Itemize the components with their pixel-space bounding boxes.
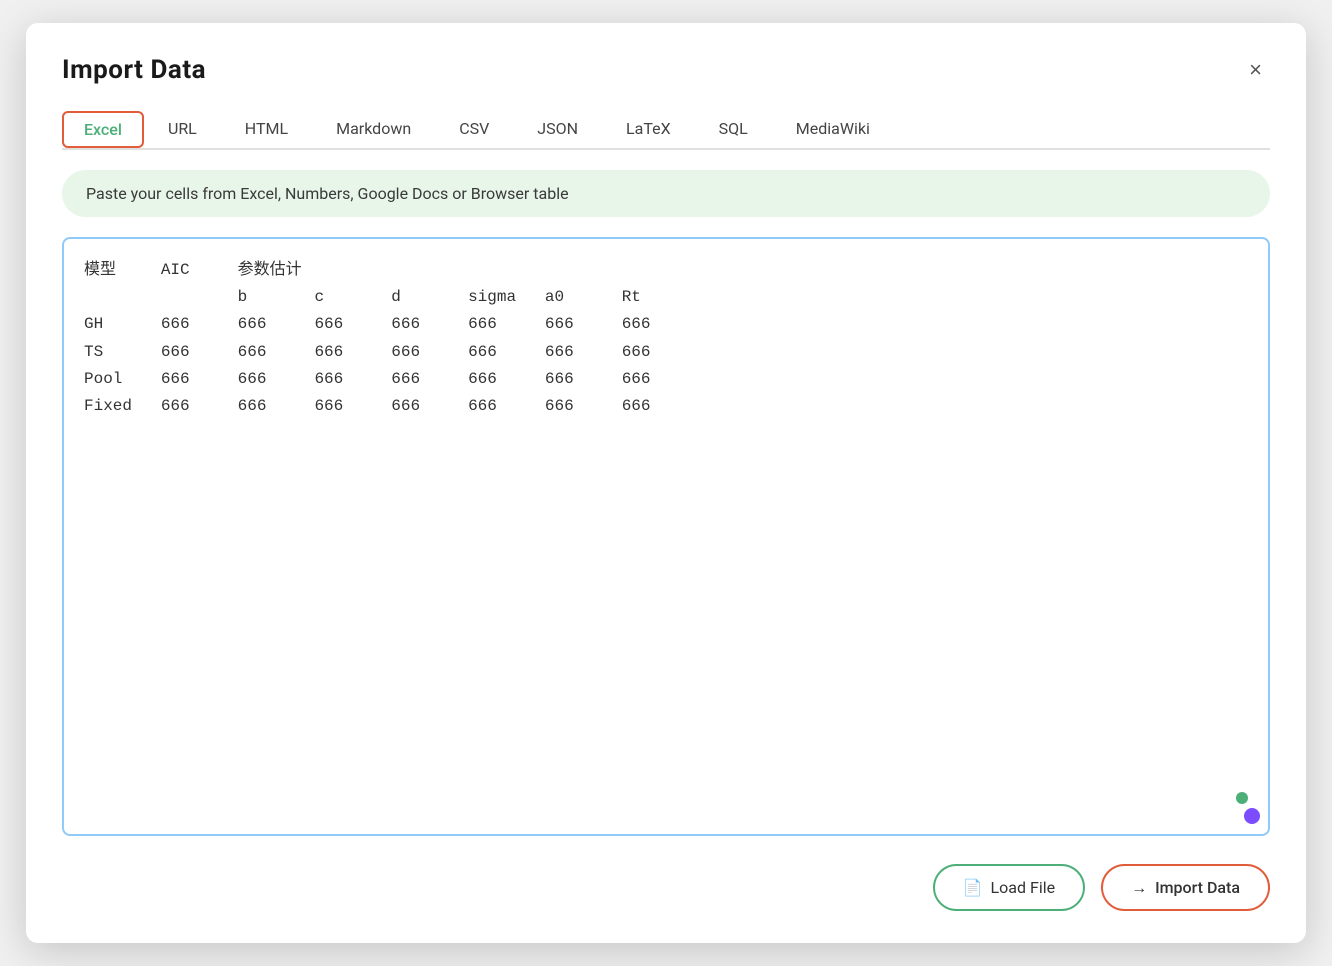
hint-text: Paste your cells from Excel, Numbers, Go… [86,184,569,203]
load-file-label: Load File [991,878,1056,897]
import-data-button[interactable]: → Import Data [1101,864,1270,911]
tab-url[interactable]: URL [144,109,221,148]
import-dialog: Import Data × Excel URL HTML Markdown CS… [26,23,1306,943]
close-button[interactable]: × [1241,55,1270,85]
textarea-wrapper: 模型 AIC 参数估计 b c d sigma a0 Rt GH 666 666… [62,237,1270,836]
dialog-footer: 📄 Load File → Import Data [62,864,1270,911]
data-input[interactable]: 模型 AIC 参数估计 b c d sigma a0 Rt GH 666 666… [64,239,1268,834]
tab-html[interactable]: HTML [221,109,312,148]
status-dot-green [1236,792,1248,804]
dialog-title: Import Data [62,55,206,85]
tab-mediawiki[interactable]: MediaWiki [772,109,894,148]
tabs-bar: Excel URL HTML Markdown CSV JSON LaTeX S… [62,109,1270,150]
load-file-icon: 📄 [963,880,983,896]
import-data-label: Import Data [1155,878,1240,897]
load-file-button[interactable]: 📄 Load File [933,864,1085,911]
import-data-icon: → [1131,880,1147,896]
tab-csv[interactable]: CSV [435,109,513,148]
dialog-header: Import Data × [62,55,1270,85]
tab-latex[interactable]: LaTeX [602,109,695,148]
status-dot-purple [1244,808,1260,824]
tab-markdown[interactable]: Markdown [312,109,435,148]
tab-sql[interactable]: SQL [695,109,772,148]
tab-excel[interactable]: Excel [62,111,144,148]
hint-box: Paste your cells from Excel, Numbers, Go… [62,170,1270,217]
tab-json[interactable]: JSON [513,109,602,148]
